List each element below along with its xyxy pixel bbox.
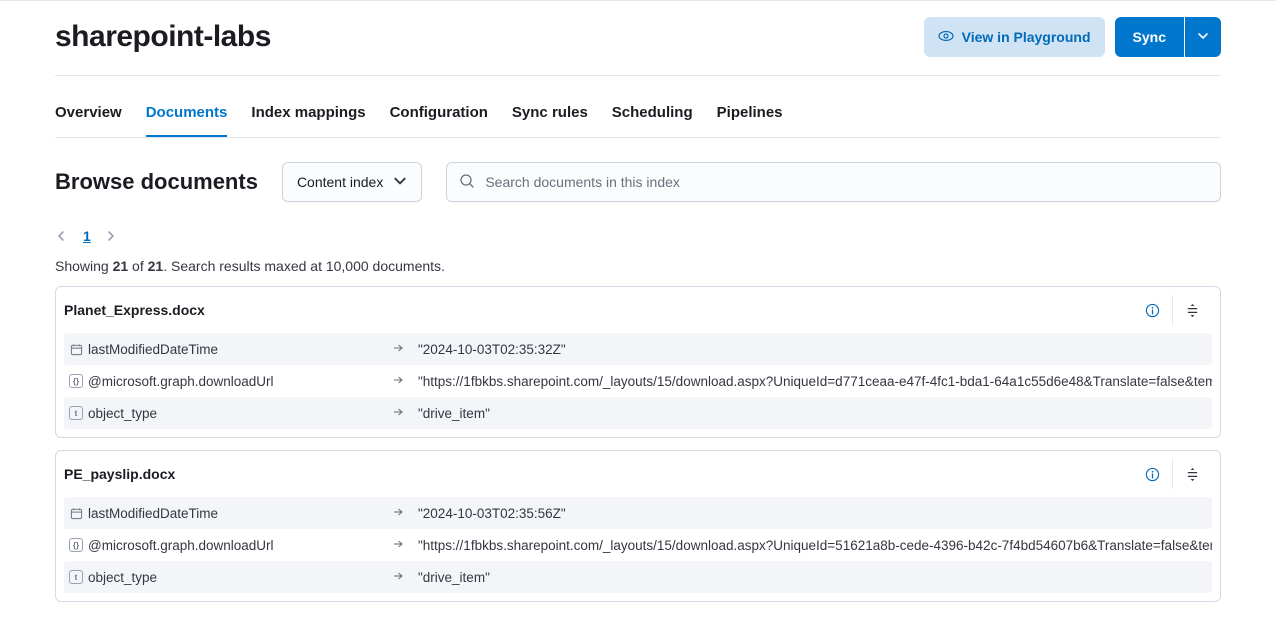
next-page-button[interactable] bbox=[105, 229, 119, 243]
arrow-right-icon bbox=[378, 538, 418, 553]
page-header: sharepoint-labs View in Playground Sync bbox=[55, 17, 1221, 76]
field-value: "https://1fbkbs.sharepoint.com/_layouts/… bbox=[418, 538, 1212, 553]
browse-title: Browse documents bbox=[55, 169, 258, 195]
field-value: "2024-10-03T02:35:32Z" bbox=[418, 342, 1212, 357]
field-value: "drive_item" bbox=[418, 406, 1212, 421]
view-in-playground-label: View in Playground bbox=[962, 29, 1091, 45]
document-header: Planet_Express.docx bbox=[56, 287, 1220, 333]
chevron-down-icon bbox=[393, 174, 407, 191]
documents-list: Planet_Express.docx lastModifiedDateTime "… bbox=[55, 286, 1221, 602]
count-prefix: Showing bbox=[55, 258, 113, 274]
arrow-right-icon bbox=[378, 342, 418, 357]
field-row: tobject_type "drive_item" bbox=[64, 561, 1212, 593]
document-actions bbox=[1132, 295, 1212, 325]
expand-icon[interactable] bbox=[1172, 459, 1212, 489]
document-body: lastModifiedDateTime "2024-10-03T02:35:56… bbox=[56, 497, 1220, 601]
field-row: {}@microsoft.graph.downloadUrl "https://1… bbox=[64, 365, 1212, 397]
count-of: of bbox=[128, 258, 147, 274]
tab-index-mappings[interactable]: Index mappings bbox=[251, 90, 365, 137]
field-row: {}@microsoft.graph.downloadUrl "https://1… bbox=[64, 529, 1212, 561]
arrow-right-icon bbox=[378, 506, 418, 521]
sync-button[interactable]: Sync bbox=[1115, 17, 1184, 57]
sync-dropdown-button[interactable] bbox=[1185, 17, 1221, 57]
tabs: Overview Documents Index mappings Configura… bbox=[55, 90, 1221, 138]
search-box[interactable] bbox=[446, 162, 1221, 202]
sync-label: Sync bbox=[1133, 29, 1166, 45]
field-row: lastModifiedDateTime "2024-10-03T02:35:32… bbox=[64, 333, 1212, 365]
count-suffix: . Search results maxed at 10,000 documen… bbox=[163, 258, 445, 274]
field-value: "2024-10-03T02:35:56Z" bbox=[418, 506, 1212, 521]
field-name: object_type bbox=[88, 406, 378, 421]
field-name: lastModifiedDateTime bbox=[88, 342, 378, 357]
content-index-label: Content index bbox=[297, 174, 383, 190]
arrow-right-icon bbox=[378, 406, 418, 421]
view-in-playground-button[interactable]: View in Playground bbox=[924, 17, 1105, 57]
field-value: "https://1fbkbs.sharepoint.com/_layouts/… bbox=[418, 374, 1212, 389]
sync-button-group: Sync bbox=[1115, 17, 1221, 57]
field-type-icon: t bbox=[64, 570, 88, 584]
expand-icon[interactable] bbox=[1172, 295, 1212, 325]
info-icon[interactable] bbox=[1132, 459, 1172, 489]
field-type-icon: t bbox=[64, 406, 88, 420]
field-type-icon: {} bbox=[64, 374, 88, 388]
tab-configuration[interactable]: Configuration bbox=[390, 90, 488, 137]
browse-row: Browse documents Content index bbox=[55, 162, 1221, 202]
page-number[interactable]: 1 bbox=[83, 228, 91, 244]
count-shown: 21 bbox=[113, 258, 129, 274]
field-name: @microsoft.graph.downloadUrl bbox=[88, 374, 378, 389]
eye-icon bbox=[938, 28, 954, 47]
field-type-icon bbox=[64, 507, 88, 520]
chevron-down-icon bbox=[1197, 30, 1209, 45]
count-total: 21 bbox=[148, 258, 164, 274]
field-name: object_type bbox=[88, 570, 378, 585]
tab-documents[interactable]: Documents bbox=[146, 90, 228, 137]
field-row: lastModifiedDateTime "2024-10-03T02:35:56… bbox=[64, 497, 1212, 529]
tab-overview[interactable]: Overview bbox=[55, 90, 122, 137]
document-title: PE_payslip.docx bbox=[64, 466, 1132, 482]
field-value: "drive_item" bbox=[418, 570, 1212, 585]
field-type-icon bbox=[64, 343, 88, 356]
field-type-icon: {} bbox=[64, 538, 88, 552]
field-name: @microsoft.graph.downloadUrl bbox=[88, 538, 378, 553]
pagination: 1 bbox=[55, 228, 1221, 244]
search-input[interactable] bbox=[485, 174, 1208, 190]
field-name: lastModifiedDateTime bbox=[88, 506, 378, 521]
document-body: lastModifiedDateTime "2024-10-03T02:35:32… bbox=[56, 333, 1220, 437]
search-icon bbox=[459, 173, 475, 192]
result-count: Showing 21 of 21. Search results maxed a… bbox=[55, 258, 1221, 274]
info-icon[interactable] bbox=[1132, 295, 1172, 325]
arrow-right-icon bbox=[378, 570, 418, 585]
document-card: PE_payslip.docx lastModifiedDateTime "2024… bbox=[55, 450, 1221, 602]
arrow-right-icon bbox=[378, 374, 418, 389]
prev-page-button[interactable] bbox=[55, 229, 69, 243]
document-title: Planet_Express.docx bbox=[64, 302, 1132, 318]
page-title: sharepoint-labs bbox=[55, 20, 271, 54]
content-index-select[interactable]: Content index bbox=[282, 162, 422, 202]
header-actions: View in Playground Sync bbox=[924, 17, 1221, 57]
document-actions bbox=[1132, 459, 1212, 489]
tab-pipelines[interactable]: Pipelines bbox=[717, 90, 783, 137]
document-header: PE_payslip.docx bbox=[56, 451, 1220, 497]
document-card: Planet_Express.docx lastModifiedDateTime "… bbox=[55, 286, 1221, 438]
tab-sync-rules[interactable]: Sync rules bbox=[512, 90, 588, 137]
tab-scheduling[interactable]: Scheduling bbox=[612, 90, 693, 137]
field-row: tobject_type "drive_item" bbox=[64, 397, 1212, 429]
